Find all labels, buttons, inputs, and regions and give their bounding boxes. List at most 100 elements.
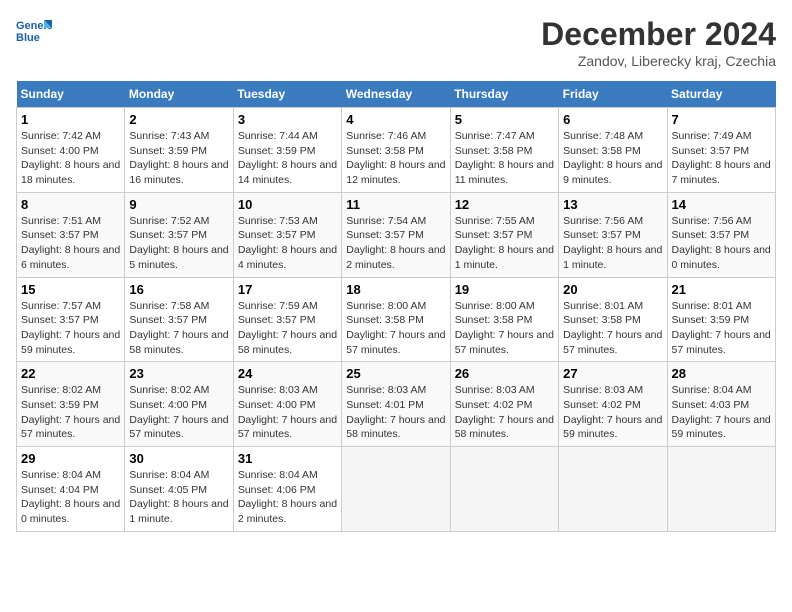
calendar-cell: 10 Sunrise: 7:53 AM Sunset: 3:57 PM Dayli…: [233, 192, 341, 277]
day-number: 13: [563, 197, 662, 212]
weekday-header-saturday: Saturday: [667, 81, 775, 108]
calendar-cell: 4 Sunrise: 7:46 AM Sunset: 3:58 PM Daylig…: [342, 108, 450, 193]
calendar-week-1: 1 Sunrise: 7:42 AM Sunset: 4:00 PM Daylig…: [17, 108, 776, 193]
day-number: 10: [238, 197, 337, 212]
calendar-table: SundayMondayTuesdayWednesdayThursdayFrid…: [16, 81, 776, 532]
calendar-cell: 21 Sunrise: 8:01 AM Sunset: 3:59 PM Dayli…: [667, 277, 775, 362]
day-info: Sunrise: 7:54 AM Sunset: 3:57 PM Dayligh…: [346, 214, 445, 273]
day-number: 27: [563, 366, 662, 381]
calendar-cell: 3Sunrise: 7:44 AM Sunset: 3:59 PM Daylig…: [233, 108, 341, 193]
svg-text:Blue: Blue: [16, 32, 40, 44]
logo-icon: General Blue: [16, 16, 52, 46]
day-number: 2: [129, 112, 228, 127]
day-info: Sunrise: 7:59 AM Sunset: 3:57 PM Dayligh…: [238, 299, 337, 358]
calendar-cell: 14 Sunrise: 7:56 AM Sunset: 3:57 PM Dayli…: [667, 192, 775, 277]
day-info: Sunrise: 7:56 AM Sunset: 3:57 PM Dayligh…: [672, 214, 771, 273]
day-number: 20: [563, 282, 662, 297]
calendar-cell: 9Sunrise: 7:52 AM Sunset: 3:57 PM Daylig…: [125, 192, 233, 277]
day-info: Sunrise: 7:47 AM Sunset: 3:58 PM Dayligh…: [455, 129, 554, 188]
day-number: 11: [346, 197, 445, 212]
day-number: 7: [672, 112, 771, 127]
calendar-cell: 13 Sunrise: 7:56 AM Sunset: 3:57 PM Dayli…: [559, 192, 667, 277]
calendar-cell: 27 Sunrise: 8:03 AM Sunset: 4:02 PM Dayli…: [559, 362, 667, 447]
day-info: Sunrise: 8:04 AM Sunset: 4:05 PM Dayligh…: [129, 468, 228, 527]
weekday-header-sunday: Sunday: [17, 81, 125, 108]
calendar-cell: 23 Sunrise: 8:02 AM Sunset: 4:00 PM Dayli…: [125, 362, 233, 447]
calendar-cell: 16 Sunrise: 7:58 AM Sunset: 3:57 PM Dayli…: [125, 277, 233, 362]
day-number: 8: [21, 197, 120, 212]
calendar-week-3: 15Sunrise: 7:57 AM Sunset: 3:57 PM Dayli…: [17, 277, 776, 362]
day-number: 22: [21, 366, 120, 381]
day-number: 28: [672, 366, 771, 381]
day-number: 1: [21, 112, 120, 127]
day-number: 25: [346, 366, 445, 381]
calendar-week-4: 22 Sunrise: 8:02 AM Sunset: 3:59 PM Dayli…: [17, 362, 776, 447]
page-header: General Blue December 2024 Zandov, Liber…: [16, 16, 776, 69]
calendar-cell: 5Sunrise: 7:47 AM Sunset: 3:58 PM Daylig…: [450, 108, 558, 193]
day-info: Sunrise: 7:56 AM Sunset: 3:57 PM Dayligh…: [563, 214, 662, 273]
calendar-cell: 28 Sunrise: 8:04 AM Sunset: 4:03 PM Dayli…: [667, 362, 775, 447]
location-subtitle: Zandov, Liberecky kraj, Czechia: [541, 53, 776, 69]
calendar-body: 1 Sunrise: 7:42 AM Sunset: 4:00 PM Daylig…: [17, 108, 776, 532]
calendar-cell: [342, 447, 450, 532]
calendar-week-5: 29 Sunrise: 8:04 AM Sunset: 4:04 PM Dayli…: [17, 447, 776, 532]
calendar-cell: 18 Sunrise: 8:00 AM Sunset: 3:58 PM Dayli…: [342, 277, 450, 362]
calendar-cell: 8Sunrise: 7:51 AM Sunset: 3:57 PM Daylig…: [17, 192, 125, 277]
calendar-cell: 22 Sunrise: 8:02 AM Sunset: 3:59 PM Dayli…: [17, 362, 125, 447]
day-number: 14: [672, 197, 771, 212]
calendar-header: SundayMondayTuesdayWednesdayThursdayFrid…: [17, 81, 776, 108]
day-info: Sunrise: 8:03 AM Sunset: 4:02 PM Dayligh…: [563, 383, 662, 442]
day-info: Sunrise: 8:02 AM Sunset: 3:59 PM Dayligh…: [21, 383, 120, 442]
weekday-header-monday: Monday: [125, 81, 233, 108]
day-number: 19: [455, 282, 554, 297]
calendar-cell: 19 Sunrise: 8:00 AM Sunset: 3:58 PM Dayli…: [450, 277, 558, 362]
day-info: Sunrise: 7:58 AM Sunset: 3:57 PM Dayligh…: [129, 299, 228, 358]
calendar-cell: 11 Sunrise: 7:54 AM Sunset: 3:57 PM Dayli…: [342, 192, 450, 277]
day-info: Sunrise: 8:04 AM Sunset: 4:06 PM Dayligh…: [238, 468, 337, 527]
day-number: 9: [129, 197, 228, 212]
day-info: Sunrise: 8:01 AM Sunset: 3:59 PM Dayligh…: [672, 299, 771, 358]
day-info: Sunrise: 7:55 AM Sunset: 3:57 PM Dayligh…: [455, 214, 554, 273]
day-info: Sunrise: 7:49 AM Sunset: 3:57 PM Dayligh…: [672, 129, 771, 188]
day-info: Sunrise: 7:48 AM Sunset: 3:58 PM Dayligh…: [563, 129, 662, 188]
calendar-cell: 17 Sunrise: 7:59 AM Sunset: 3:57 PM Dayli…: [233, 277, 341, 362]
day-info: Sunrise: 7:42 AM Sunset: 4:00 PM Dayligh…: [21, 129, 120, 188]
day-info: Sunrise: 7:44 AM Sunset: 3:59 PM Dayligh…: [238, 129, 337, 188]
day-number: 15: [21, 282, 120, 297]
day-info: Sunrise: 8:00 AM Sunset: 3:58 PM Dayligh…: [346, 299, 445, 358]
day-info: Sunrise: 8:00 AM Sunset: 3:58 PM Dayligh…: [455, 299, 554, 358]
day-info: Sunrise: 8:03 AM Sunset: 4:01 PM Dayligh…: [346, 383, 445, 442]
logo: General Blue: [16, 16, 56, 46]
day-number: 26: [455, 366, 554, 381]
calendar-cell: [667, 447, 775, 532]
weekday-header-wednesday: Wednesday: [342, 81, 450, 108]
day-info: Sunrise: 7:43 AM Sunset: 3:59 PM Dayligh…: [129, 129, 228, 188]
day-number: 4: [346, 112, 445, 127]
calendar-cell: 15Sunrise: 7:57 AM Sunset: 3:57 PM Dayli…: [17, 277, 125, 362]
day-number: 16: [129, 282, 228, 297]
calendar-cell: 31 Sunrise: 8:04 AM Sunset: 4:06 PM Dayli…: [233, 447, 341, 532]
day-number: 30: [129, 451, 228, 466]
day-info: Sunrise: 8:04 AM Sunset: 4:03 PM Dayligh…: [672, 383, 771, 442]
day-number: 21: [672, 282, 771, 297]
day-info: Sunrise: 7:46 AM Sunset: 3:58 PM Dayligh…: [346, 129, 445, 188]
calendar-cell: 12 Sunrise: 7:55 AM Sunset: 3:57 PM Dayli…: [450, 192, 558, 277]
day-info: Sunrise: 8:01 AM Sunset: 3:58 PM Dayligh…: [563, 299, 662, 358]
day-number: 12: [455, 197, 554, 212]
day-info: Sunrise: 8:04 AM Sunset: 4:04 PM Dayligh…: [21, 468, 120, 527]
day-info: Sunrise: 7:53 AM Sunset: 3:57 PM Dayligh…: [238, 214, 337, 273]
calendar-cell: 6Sunrise: 7:48 AM Sunset: 3:58 PM Daylig…: [559, 108, 667, 193]
day-number: 24: [238, 366, 337, 381]
calendar-cell: 24 Sunrise: 8:03 AM Sunset: 4:00 PM Dayli…: [233, 362, 341, 447]
day-info: Sunrise: 8:03 AM Sunset: 4:00 PM Dayligh…: [238, 383, 337, 442]
calendar-cell: 30 Sunrise: 8:04 AM Sunset: 4:05 PM Dayli…: [125, 447, 233, 532]
weekday-header-tuesday: Tuesday: [233, 81, 341, 108]
day-info: Sunrise: 8:02 AM Sunset: 4:00 PM Dayligh…: [129, 383, 228, 442]
day-number: 31: [238, 451, 337, 466]
day-number: 29: [21, 451, 120, 466]
calendar-cell: 26Sunrise: 8:03 AM Sunset: 4:02 PM Dayli…: [450, 362, 558, 447]
day-number: 17: [238, 282, 337, 297]
day-number: 23: [129, 366, 228, 381]
day-number: 18: [346, 282, 445, 297]
calendar-cell: 1 Sunrise: 7:42 AM Sunset: 4:00 PM Daylig…: [17, 108, 125, 193]
